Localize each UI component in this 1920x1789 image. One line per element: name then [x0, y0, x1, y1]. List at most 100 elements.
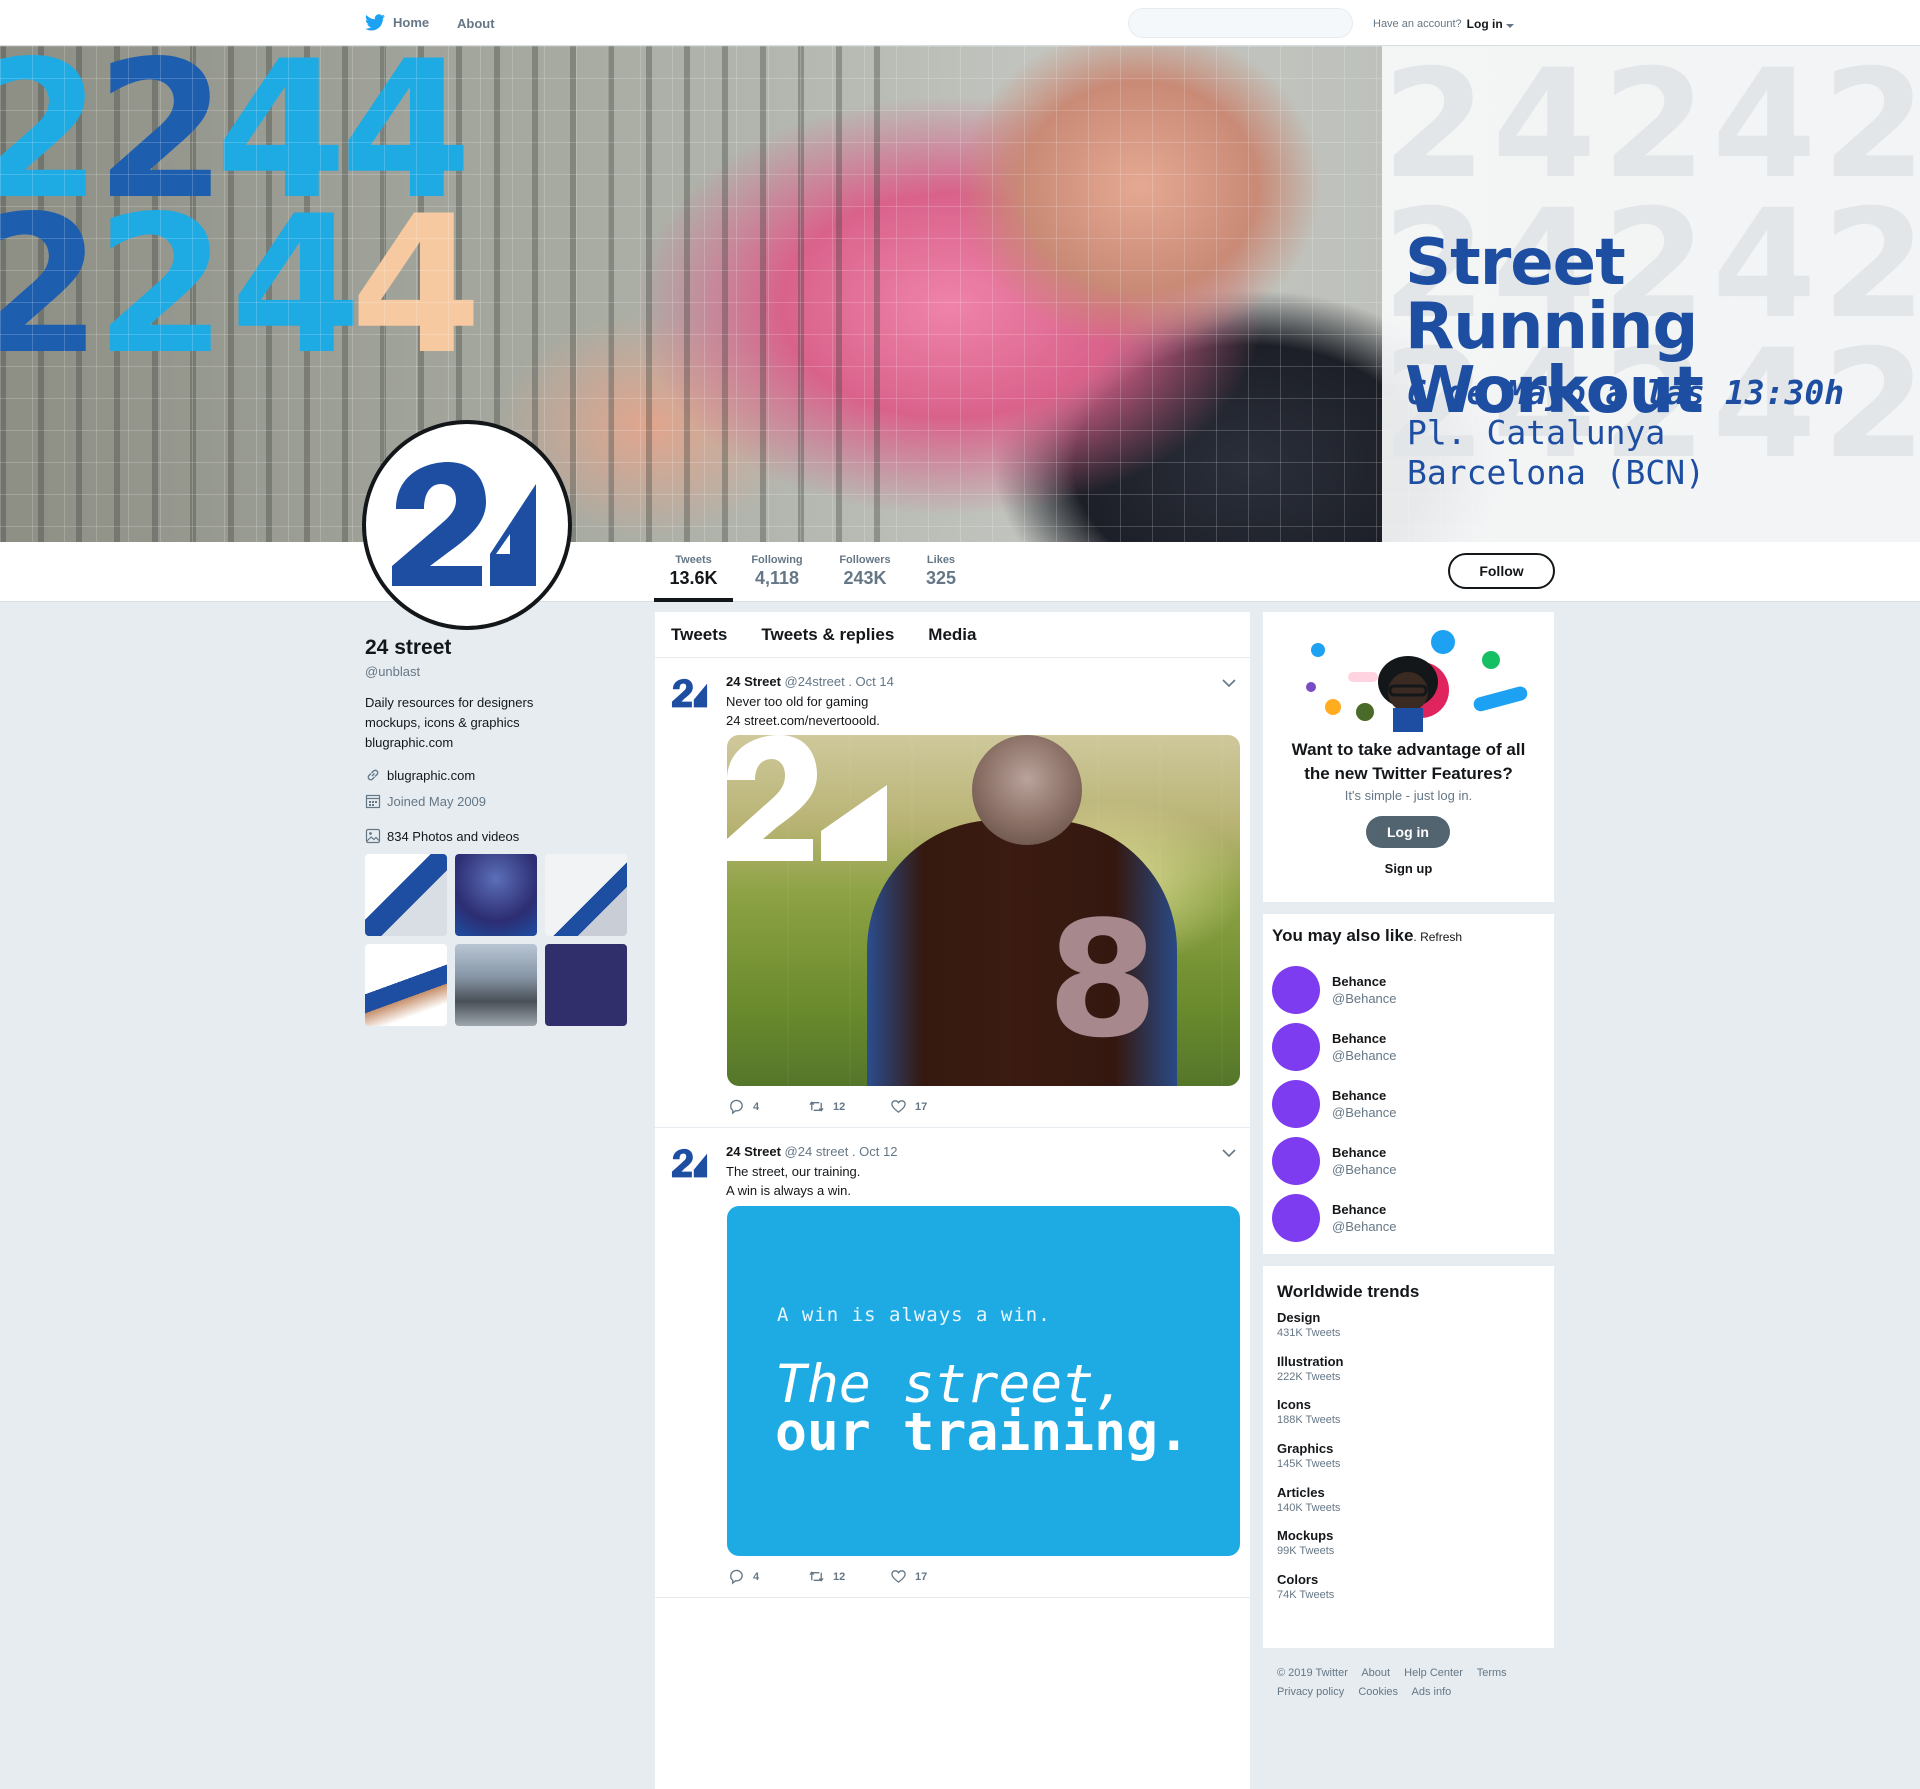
- trend-item[interactable]: Graphics 145K Tweets: [1277, 1441, 1340, 1470]
- joined-label: Joined May 2009: [387, 793, 487, 809]
- trend-item[interactable]: Colors 74K Tweets: [1277, 1572, 1334, 1601]
- footer-link-ads[interactable]: Ads info: [1412, 1686, 1452, 1698]
- refresh-link[interactable]: . Refresh: [1413, 930, 1462, 944]
- tweet-author[interactable]: 24 Street: [726, 674, 781, 689]
- media-thumbnail[interactable]: [545, 854, 627, 936]
- stat-label: Tweets: [675, 554, 712, 566]
- login-dropdown[interactable]: Log in: [1467, 17, 1514, 31]
- bio-line: mockups, icons & graphics: [365, 715, 520, 730]
- tweet-header: 24 Street @24 street . Oct 12: [726, 1144, 897, 1159]
- tweet[interactable]: 24 Street @24 street . Oct 12 The street…: [655, 1128, 1250, 1598]
- promo-title: Want to take advantage of all the new Tw…: [1263, 738, 1554, 786]
- tab-tweets-replies[interactable]: Tweets & replies: [761, 625, 894, 645]
- media-thumbnails: [365, 854, 635, 1026]
- like-button[interactable]: 17: [890, 1568, 927, 1585]
- tweet-image-card[interactable]: A win is always a win. The street, our t…: [727, 1206, 1240, 1556]
- login-label: Log in: [1466, 17, 1503, 31]
- media-thumbnail[interactable]: [545, 944, 627, 1026]
- tweet-actions: 4 12 17: [728, 1098, 927, 1115]
- promo-title-line: Want to take advantage of all: [1291, 740, 1526, 759]
- bio-line: blugraphic.com: [365, 735, 454, 750]
- media-thumbnail[interactable]: [365, 944, 447, 1026]
- heart-icon: [891, 1570, 906, 1584]
- reply-button[interactable]: 4: [728, 1568, 808, 1585]
- retweet-count: 12: [833, 1570, 846, 1583]
- logo-24-icon: [392, 462, 536, 586]
- avatar: [1272, 966, 1320, 1014]
- stat-followers[interactable]: Followers 243K: [829, 554, 901, 589]
- like-button[interactable]: 17: [890, 1098, 927, 1115]
- tweet[interactable]: 24 Street @24street . Oct 14 Never too o…: [655, 658, 1250, 1128]
- tweet-image[interactable]: 8: [727, 735, 1240, 1086]
- media-thumbnail[interactable]: [455, 854, 537, 936]
- image-icon: [365, 828, 381, 844]
- calendar-icon: [365, 794, 381, 809]
- banner-place: Pl. Catalunya Barcelona (BCN): [1407, 413, 1705, 493]
- tweet-author[interactable]: 24 Street: [726, 1144, 781, 1159]
- account-name: Behance: [1332, 1202, 1387, 1217]
- photos-videos-link[interactable]: 834 Photos and videos: [365, 828, 635, 844]
- account-handle: @Behance: [1332, 1048, 1397, 1063]
- trend-item[interactable]: Design 431K Tweets: [1277, 1310, 1340, 1339]
- bio-line: Daily resources for designers: [365, 695, 534, 710]
- image-logo-24-icon: [727, 735, 887, 861]
- media-thumbnail[interactable]: [365, 854, 447, 936]
- top-navigation: Home About Have an account? Log in: [0, 0, 1920, 46]
- suggested-account[interactable]: Behance @Behance: [1272, 1194, 1397, 1242]
- retweet-button[interactable]: 12: [808, 1568, 890, 1585]
- stat-value: 13.6K: [669, 568, 718, 588]
- suggested-account[interactable]: Behance @Behance: [1272, 966, 1397, 1014]
- trends-title: Worldwide trends: [1277, 1282, 1420, 1301]
- home-link[interactable]: Home: [365, 14, 429, 31]
- twitter-bird-icon: [365, 14, 385, 31]
- about-link[interactable]: About: [457, 16, 495, 31]
- stat-following[interactable]: Following 4,118: [741, 554, 813, 589]
- tweet-line: The street, our training.: [726, 1164, 861, 1179]
- stat-label: Following: [751, 554, 803, 566]
- stat-likes[interactable]: Likes 325: [916, 554, 966, 589]
- footer-link-cookies[interactable]: Cookies: [1358, 1686, 1398, 1698]
- retweet-button[interactable]: 12: [808, 1098, 890, 1115]
- profile-name[interactable]: 24 street: [365, 636, 635, 660]
- trend-name: Mockups: [1277, 1528, 1334, 1543]
- reply-button[interactable]: 4: [728, 1098, 808, 1115]
- profile-bio: Daily resources for designers mockups, i…: [365, 693, 635, 753]
- chevron-down-icon[interactable]: [1222, 1148, 1236, 1158]
- avatar: [1272, 1137, 1320, 1185]
- trend-item[interactable]: Mockups 99K Tweets: [1277, 1528, 1334, 1557]
- suggested-account[interactable]: Behance @Behance: [1272, 1137, 1397, 1185]
- trend-item[interactable]: Illustration 222K Tweets: [1277, 1354, 1343, 1383]
- tab-media[interactable]: Media: [928, 625, 976, 645]
- stat-value: 243K: [843, 568, 887, 588]
- account-menu: Have an account? Log in: [1373, 17, 1514, 31]
- profile-joined: Joined May 2009: [365, 793, 635, 809]
- suggested-account[interactable]: Behance @Behance: [1272, 1023, 1397, 1071]
- suggested-account[interactable]: Behance @Behance: [1272, 1080, 1397, 1128]
- trend-item[interactable]: Icons 188K Tweets: [1277, 1397, 1340, 1426]
- footer-link-about[interactable]: About: [1361, 1667, 1390, 1679]
- profile-avatar[interactable]: [362, 420, 572, 630]
- tab-tweets[interactable]: Tweets: [671, 625, 727, 645]
- timeline: Tweets Tweets & replies Media 24 Street …: [655, 612, 1250, 1789]
- stat-tweets[interactable]: Tweets 13.6K: [654, 554, 733, 589]
- footer-link-terms[interactable]: Terms: [1477, 1667, 1507, 1679]
- tweet-link[interactable]: 24 street.com/nevertooold.: [726, 711, 880, 730]
- tweet-handle-date: @24street . Oct 14: [784, 674, 894, 689]
- trend-item[interactable]: Articles 140K Tweets: [1277, 1485, 1340, 1514]
- login-button[interactable]: Log in: [1366, 816, 1450, 848]
- signup-link[interactable]: Sign up: [1263, 861, 1554, 876]
- chevron-down-icon[interactable]: [1222, 678, 1236, 688]
- account-name: Behance: [1332, 974, 1387, 989]
- home-label: Home: [393, 15, 430, 30]
- profile-handle[interactable]: @unblast: [365, 664, 635, 679]
- follow-button[interactable]: Follow: [1448, 553, 1555, 589]
- footer-link-help[interactable]: Help Center: [1404, 1667, 1463, 1679]
- tweet-actions: 4 12 17: [728, 1568, 927, 1585]
- avatar: [1272, 1023, 1320, 1071]
- profile-stats-bar: Tweets 13.6K Following 4,118 Followers 2…: [0, 542, 1920, 602]
- profile-website[interactable]: blugraphic.com: [365, 767, 635, 783]
- media-thumbnail[interactable]: [455, 944, 537, 1026]
- footer-link-privacy[interactable]: Privacy policy: [1277, 1686, 1344, 1698]
- search-input[interactable]: [1128, 8, 1353, 38]
- photos-label: 834 Photos and videos: [387, 828, 520, 844]
